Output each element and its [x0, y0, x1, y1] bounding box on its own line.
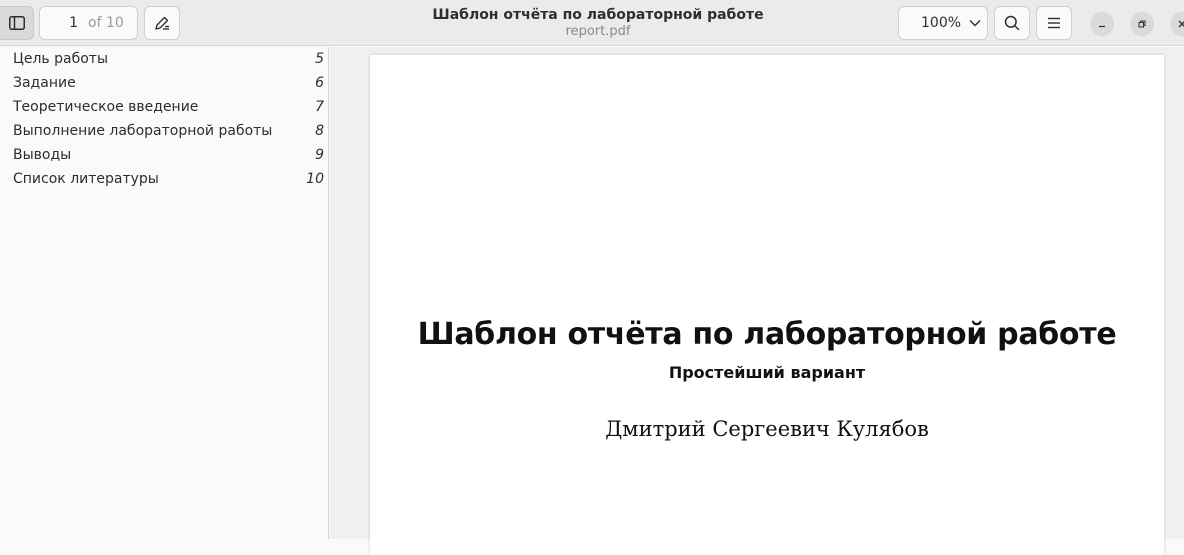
close-icon [1178, 20, 1184, 28]
maximize-button[interactable] [1130, 12, 1154, 36]
restore-icon [1138, 20, 1146, 28]
outline-item-label: Выполнение лабораторной работы [13, 123, 273, 139]
outline-item[interactable]: Выводы 9 [13, 143, 324, 167]
outline-item-label: Задание [13, 75, 76, 91]
minimize-button[interactable] [1090, 12, 1114, 36]
file-name: report.pdf [565, 24, 631, 39]
sidebar-toggle-button[interactable] [0, 6, 34, 40]
search-button[interactable] [994, 6, 1030, 40]
page-number-input[interactable] [40, 7, 80, 39]
outline-sidebar: Цель работы 5 Задание 6 Теоретическое вв… [0, 47, 329, 539]
outline-item[interactable]: Теоретическое введение 7 [13, 95, 324, 119]
outline-item-label: Цель работы [13, 51, 109, 67]
outline-item[interactable]: Список литературы 10 [13, 167, 324, 191]
page-total-label: of 10 [88, 15, 124, 31]
outline-item-page: 10 [306, 171, 324, 187]
document-title: Шаблон отчёта по лабораторной работе [417, 317, 1117, 352]
outline-item-page: 7 [315, 99, 324, 115]
header-bar: of 10 Шаблон отчёта по лабораторной рабо… [0, 0, 1184, 46]
outline-item[interactable]: Задание 6 [13, 71, 324, 95]
outline-item[interactable]: Цель работы 5 [13, 47, 324, 71]
outline-item-label: Выводы [13, 147, 72, 163]
window-title: Шаблон отчёта по лабораторной работе [432, 7, 764, 23]
minimize-icon [1099, 25, 1105, 28]
pen-annotate-icon [155, 16, 169, 30]
outline-item-label: Теоретическое введение [13, 99, 199, 115]
annotate-button[interactable] [144, 6, 180, 40]
document-viewport[interactable]: Шаблон отчёта по лабораторной работе Про… [330, 47, 1184, 555]
menu-button[interactable] [1036, 6, 1072, 40]
sidebar-icon [8, 16, 25, 30]
outline-item-label: Список литературы [13, 171, 159, 187]
window-title-block: Шаблон отчёта по лабораторной работе rep… [398, 6, 798, 40]
hamburger-menu-icon [1048, 17, 1060, 29]
document-subtitle: Простейший вариант [668, 363, 866, 382]
outline-item[interactable]: Выполнение лабораторной работы 8 [13, 119, 324, 143]
search-icon [1004, 15, 1020, 31]
document-author: Дмитрий Сергеевич Кулябов [605, 417, 929, 441]
pdf-page: Шаблон отчёта по лабораторной работе Про… [370, 55, 1164, 555]
close-button[interactable] [1170, 12, 1184, 36]
chevron-down-icon [969, 20, 981, 27]
zoom-dropdown[interactable]: 100% [898, 6, 988, 40]
outline-item-page: 9 [315, 147, 324, 163]
outline-item-page: 6 [315, 75, 324, 91]
page-navigator: of 10 [39, 6, 138, 40]
outline-item-page: 5 [315, 51, 324, 67]
zoom-level: 100% [921, 15, 962, 31]
outline-item-page: 8 [315, 123, 324, 139]
